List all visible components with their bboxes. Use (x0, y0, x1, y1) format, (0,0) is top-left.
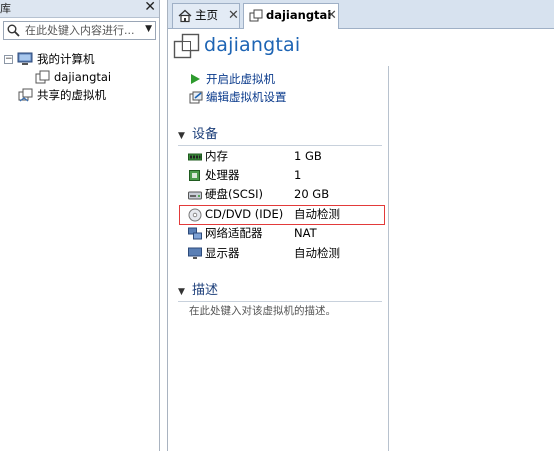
tab-home[interactable]: 主页 ✕ (172, 3, 240, 28)
tab-label: 主页 (195, 8, 218, 22)
settings-icon (189, 91, 203, 109)
action-label: 开启此虚拟机 (206, 72, 275, 86)
tree-item-shared-vms[interactable]: 共享的虚拟机 (0, 86, 159, 104)
vm-detail-pane: 主页 ✕ dajiangtai ✕ dajiangtai 开启此虚拟机 编辑虚拟… (167, 0, 554, 451)
section-divider (178, 301, 382, 302)
tab-label: dajiangtai (266, 8, 332, 22)
device-value: 20 GB (294, 187, 330, 201)
library-pane: 库 ✕ ▼ − 我的计算机 (0, 0, 160, 451)
device-row-network[interactable]: 网络适配器 NAT (188, 224, 388, 243)
library-close-button[interactable]: ✕ (144, 0, 156, 16)
tab-close-button[interactable]: ✕ (326, 4, 337, 27)
device-row-harddisk[interactable]: 硬盘(SCSI) 20 GB (188, 185, 388, 204)
search-dropdown-icon[interactable]: ▼ (145, 24, 152, 34)
tree-item-my-computer[interactable]: − 我的计算机 (0, 50, 159, 68)
tree-item-label: 我的计算机 (37, 52, 95, 66)
section-title: 设备 (192, 127, 219, 142)
device-value: 1 (294, 168, 302, 182)
search-icon (7, 24, 20, 40)
device-name: 内存 (205, 149, 228, 163)
device-value: 1 GB (294, 149, 322, 163)
search-input[interactable] (25, 23, 135, 38)
display-icon (188, 247, 202, 266)
vm-icon (249, 8, 263, 31)
tab-vm[interactable]: dajiangtai ✕ (243, 3, 339, 29)
description-placeholder[interactable]: 在此处键入对该虚拟机的描述。 (189, 303, 336, 318)
library-header: 库 ✕ (0, 0, 159, 18)
vm-title: dajiangtai (204, 34, 301, 56)
tree-item-label: 共享的虚拟机 (37, 88, 106, 102)
tab-strip: 主页 ✕ dajiangtai ✕ (168, 0, 554, 29)
section-divider (178, 145, 382, 146)
collapse-arrow-icon: ▼ (178, 287, 185, 297)
vm-large-icon (173, 33, 201, 62)
cd-dvd-highlight-box (179, 205, 385, 225)
tree-item-vm[interactable]: dajiangtai (0, 68, 159, 86)
section-title: 描述 (192, 283, 219, 298)
device-name: 显示器 (205, 246, 240, 260)
pane-divider (388, 66, 389, 451)
device-value: 自动检测 (294, 246, 340, 260)
tree-collapse-toggle[interactable]: − (4, 55, 13, 64)
collapse-arrow-icon: ▼ (178, 131, 185, 141)
play-icon (189, 73, 201, 90)
shared-vm-icon (18, 88, 34, 107)
tab-close-button[interactable]: ✕ (228, 4, 239, 27)
library-search-box[interactable]: ▼ (3, 21, 156, 40)
tree-item-label: dajiangtai (54, 70, 112, 84)
device-value: NAT (294, 226, 317, 240)
device-name: 硬盘(SCSI) (205, 187, 263, 201)
home-icon (178, 8, 192, 31)
library-title: 库 (0, 2, 11, 15)
device-name: 网络适配器 (205, 226, 263, 240)
action-label: 编辑虚拟机设置 (206, 90, 287, 104)
device-row-display[interactable]: 显示器 自动检测 (188, 244, 388, 263)
device-row-memory[interactable]: 内存 1 GB (188, 147, 388, 166)
device-name: 处理器 (205, 168, 240, 182)
device-row-processor[interactable]: 处理器 1 (188, 166, 388, 185)
